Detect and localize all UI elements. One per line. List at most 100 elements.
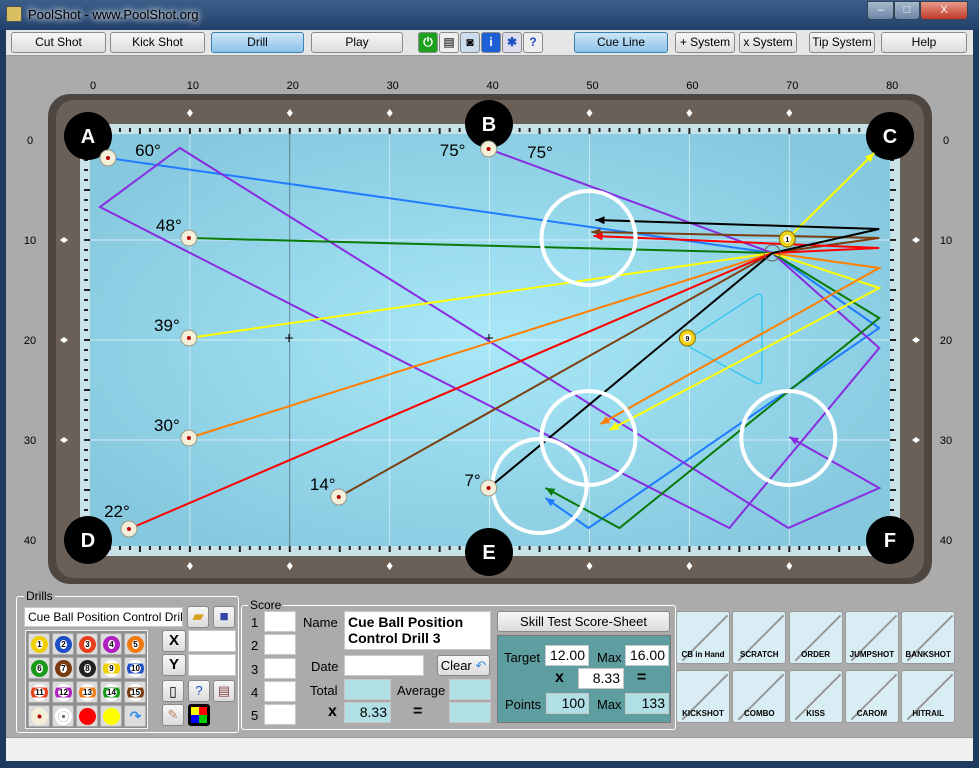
ruler-tick	[128, 546, 131, 550]
new-document-icon[interactable]: ▯	[162, 680, 184, 702]
maximize-button[interactable]: □	[894, 1, 920, 20]
ruler-tick	[278, 546, 281, 550]
ruler-tick	[890, 369, 894, 371]
ball-13-button[interactable]: 13	[76, 681, 98, 703]
ball-number: 13	[82, 688, 93, 697]
shot-type-kiss-button[interactable]: KISS	[788, 670, 843, 723]
ball-8-button[interactable]: 8	[76, 657, 98, 679]
ball-11-button[interactable]: 11	[28, 681, 50, 703]
shot-type-scratch-button[interactable]: SCRATCH	[732, 611, 787, 664]
shot-type-combo-button[interactable]: COMBO	[732, 670, 787, 723]
ruler-tick	[198, 128, 201, 132]
score-row-input[interactable]	[264, 611, 296, 632]
shot-type-jumpshot-button[interactable]: JUMPSHOT	[844, 611, 899, 664]
score-row-input[interactable]	[264, 680, 296, 702]
y-tick-label: 30	[24, 435, 36, 447]
date-input[interactable]	[344, 655, 424, 676]
ruler-tick	[428, 128, 431, 132]
ruler-tick	[118, 128, 121, 132]
option-help-button[interactable]: Help	[881, 32, 967, 53]
ball-6-button[interactable]: 6	[28, 657, 50, 679]
table-list-icon[interactable]: ▤	[213, 680, 235, 702]
ghost-ball-button[interactable]	[52, 705, 74, 727]
ball-3-button[interactable]: 3	[76, 633, 98, 655]
y-button[interactable]: Y	[162, 654, 186, 676]
ball-7-button[interactable]: 7	[52, 657, 74, 679]
shot-type-hitrail-button[interactable]: HITRAIL	[901, 670, 956, 723]
ruler-tick	[418, 546, 421, 550]
score-row-input[interactable]	[264, 657, 296, 679]
ruler-tick	[84, 279, 88, 281]
help-document-icon[interactable]: ?	[523, 32, 543, 53]
drill-name-input[interactable]: Cue Ball Position Control Drill 3	[24, 607, 183, 627]
ruler-tick	[838, 128, 841, 134]
ruler-tick	[238, 546, 241, 552]
mode-cut-shot-button[interactable]: Cut Shot	[11, 32, 106, 53]
ball-14-button[interactable]: 14	[100, 681, 122, 703]
option-x-system-button[interactable]: x System	[739, 32, 797, 53]
ruler-tick	[378, 546, 381, 550]
skill-test-score-sheet-button[interactable]: Skill Test Score-Sheet	[497, 611, 670, 632]
ruler-tick	[708, 546, 711, 550]
ball-12-button[interactable]: 12	[52, 681, 74, 703]
info-icon[interactable]: i	[481, 32, 501, 53]
print-icon[interactable]: ▤	[439, 32, 459, 53]
ruler-tick	[218, 546, 221, 550]
shot-type-cb-in-hand-button[interactable]: CB in Hand	[676, 611, 730, 664]
color-palette-icon[interactable]	[188, 704, 210, 726]
ball-1-button[interactable]: 1	[28, 633, 50, 655]
ball-10-button[interactable]: 10	[124, 657, 146, 679]
cue-ball-dot	[105, 156, 110, 160]
ball-5-button[interactable]: 5	[124, 633, 146, 655]
option-tip-system-button[interactable]: Tip System	[809, 32, 875, 53]
power-icon[interactable]: ⏻	[418, 32, 438, 53]
settings-icon[interactable]: ✱	[502, 32, 522, 53]
y-tick-label-right: 0	[943, 135, 949, 147]
open-folder-icon[interactable]: ▰	[187, 606, 209, 628]
max-target-value[interactable]: 16.00	[625, 645, 669, 666]
clear-button[interactable]: Clear ↶	[437, 655, 490, 676]
shot-type-carom-button[interactable]: CAROM	[844, 670, 899, 723]
minimize-button[interactable]: –	[867, 1, 894, 20]
cue-ball-button[interactable]	[28, 705, 50, 727]
ruler-tick	[258, 128, 261, 132]
shot-type-order-button[interactable]: ORDER	[788, 611, 843, 664]
ball-15-button[interactable]: 15	[124, 681, 146, 703]
option--system-button[interactable]: + System	[675, 32, 735, 53]
pool-table[interactable]: 0 10 20 30 40 50 60 70 80 0 0 10 10 20 20 30 30 40 40 A B C D E…	[0, 56, 979, 590]
ruler-tick	[318, 128, 321, 132]
shot-type-bankshot-button[interactable]: BANKSHOT	[901, 611, 956, 664]
cut-angle-label: 7°	[464, 471, 480, 490]
score-row-input[interactable]	[264, 704, 296, 726]
target-value[interactable]: 12.00	[545, 645, 589, 666]
edit-notes-icon[interactable]: ✎	[162, 704, 184, 726]
ball-9-button[interactable]: 9	[100, 657, 122, 679]
score-row-number: 1	[251, 615, 259, 630]
mode-drill-button[interactable]: Drill	[211, 32, 304, 53]
y-input[interactable]	[188, 654, 236, 676]
ball-number: 3	[84, 640, 91, 649]
red-marker-button[interactable]	[76, 705, 98, 727]
score-name-input[interactable]: Cue Ball Position Control Drill 3	[344, 611, 491, 650]
mode-kick-shot-button[interactable]: Kick Shot	[110, 32, 205, 53]
mode-play-button[interactable]: Play	[311, 32, 403, 53]
document-help-icon[interactable]: ?	[188, 680, 210, 702]
score-row-input[interactable]	[264, 634, 296, 656]
ruler-tick	[890, 179, 894, 181]
shot-type-kickshot-button[interactable]: KICKSHOT	[676, 670, 730, 723]
ruler-tick	[84, 259, 88, 261]
x-button[interactable]: X	[162, 630, 186, 652]
ball-4-button[interactable]: 4	[100, 633, 122, 655]
ruler-tick	[628, 128, 631, 132]
option-cue-line-button[interactable]: Cue Line	[574, 32, 668, 53]
close-button[interactable]: X	[920, 1, 968, 20]
save-icon[interactable]: ■	[213, 606, 235, 628]
skill-multiplier[interactable]: 8.33	[578, 668, 624, 689]
yellow-marker-button[interactable]	[100, 705, 122, 727]
camera-icon[interactable]: ◙	[460, 32, 480, 53]
ruler-tick	[578, 546, 581, 550]
x-input[interactable]	[188, 630, 236, 652]
redo-icon[interactable]: ↷	[124, 705, 146, 727]
ruler-tick	[718, 546, 721, 550]
ball-2-button[interactable]: 2	[52, 633, 74, 655]
